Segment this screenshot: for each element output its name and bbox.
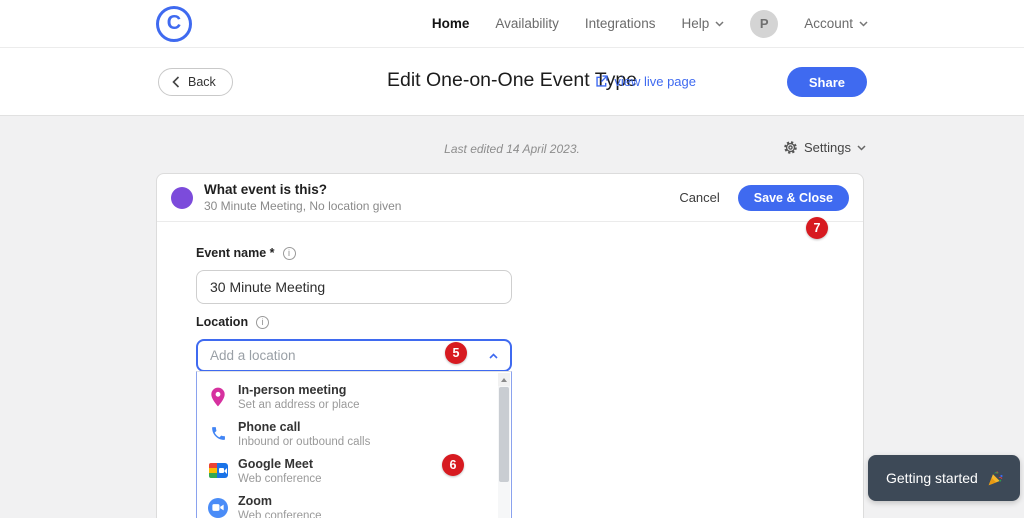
option-in-person-meeting[interactable]: In-person meeting Set an address or plac… <box>197 378 511 415</box>
event-edit-card: What event is this? 30 Minute Meeting, N… <box>156 173 864 518</box>
app-window: C Home Availability Integrations Help P … <box>0 0 1024 518</box>
option-desc: Set an address or place <box>238 398 360 411</box>
card-header[interactable]: What event is this? 30 Minute Meeting, N… <box>157 174 863 222</box>
location-pin-icon <box>207 386 229 408</box>
event-name-label-text: Event name * <box>196 246 275 260</box>
location-placeholder: Add a location <box>210 348 296 363</box>
option-zoom[interactable]: Zoom Web conference <box>197 489 511 518</box>
scroll-up-arrow-icon[interactable] <box>498 373 510 386</box>
external-link-icon <box>596 75 608 87</box>
nav-item-availability[interactable]: Availability <box>495 16 559 31</box>
phone-icon <box>207 423 229 445</box>
info-icon[interactable]: i <box>256 315 270 329</box>
annotation-badge-5: 5 <box>445 342 467 364</box>
info-icon[interactable]: i <box>282 246 296 260</box>
section-subtitle: 30 Minute Meeting, No location given <box>204 199 402 213</box>
nav-item-home[interactable]: Home <box>432 16 470 31</box>
option-phone-call[interactable]: Phone call Inbound or outbound calls <box>197 415 511 452</box>
option-name: Zoom <box>238 493 273 508</box>
getting-started-label: Getting started <box>886 470 978 486</box>
chevron-down-icon <box>715 20 724 27</box>
event-name-input[interactable] <box>196 270 512 304</box>
nav-item-account[interactable]: Account <box>804 16 868 31</box>
avatar[interactable]: P <box>750 9 779 38</box>
top-nav: C Home Availability Integrations Help P … <box>0 0 1024 48</box>
chevron-down-icon <box>857 144 866 151</box>
location-label-text: Location <box>196 315 249 329</box>
last-edited-text: Last edited 14 April 2023. <box>444 142 580 156</box>
page-title: Edit One-on-One Event Type <box>386 69 638 91</box>
google-meet-icon <box>207 460 229 482</box>
location-options-list: In-person meeting Set an address or plac… <box>196 371 512 518</box>
zoom-icon <box>207 497 229 518</box>
chevron-up-icon <box>489 352 498 359</box>
settings-menu[interactable]: Settings <box>783 140 866 155</box>
share-button[interactable]: Share <box>786 67 867 97</box>
chevron-down-icon <box>859 20 868 27</box>
nav-item-help[interactable]: Help <box>681 16 724 31</box>
section-title: What event is this? <box>204 182 328 197</box>
option-name: Phone call <box>238 419 301 434</box>
scrollbar-thumb[interactable] <box>499 387 509 482</box>
event-color-dot-icon <box>171 186 193 209</box>
cancel-button[interactable]: Cancel <box>679 190 719 205</box>
location-label: Location i <box>196 315 270 329</box>
save-close-button[interactable]: Save & Close <box>737 184 849 211</box>
gear-icon <box>784 141 797 154</box>
annotation-badge-6: 6 <box>442 454 464 476</box>
annotation-badge-7: 7 <box>806 217 828 239</box>
party-popper-icon <box>988 470 1003 485</box>
option-name: In-person meeting <box>238 382 347 397</box>
option-desc: Inbound or outbound calls <box>238 435 371 448</box>
view-live-label: view live page <box>614 74 696 89</box>
help-label: Help <box>681 16 710 31</box>
settings-label: Settings <box>804 140 851 155</box>
option-desc: Web conference <box>238 509 322 518</box>
option-google-meet[interactable]: Google Meet Web conference <box>197 452 511 489</box>
calendly-logo-icon[interactable]: C <box>156 5 192 42</box>
view-live-page-link[interactable]: view live page <box>595 74 696 89</box>
account-label: Account <box>804 16 853 31</box>
event-name-label: Event name * i <box>196 246 296 260</box>
option-name: Google Meet <box>238 456 314 471</box>
list-scrollbar[interactable] <box>498 373 510 518</box>
page-header: Back Edit One-on-One Event Type view liv… <box>0 48 1024 116</box>
getting-started-button[interactable]: Getting started <box>868 455 1020 501</box>
option-desc: Web conference <box>238 472 322 485</box>
nav-item-integrations[interactable]: Integrations <box>585 16 656 31</box>
